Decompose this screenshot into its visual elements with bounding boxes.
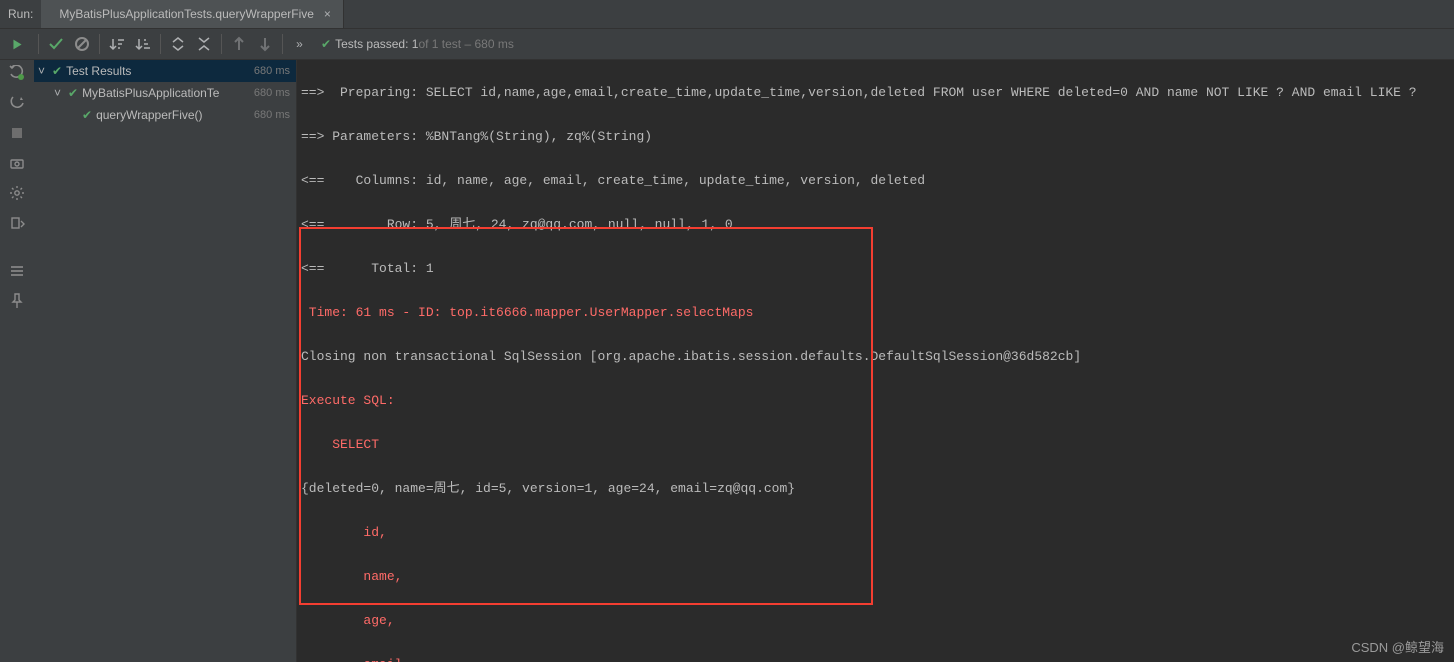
more-button[interactable]: » — [287, 31, 313, 57]
prev-test-button[interactable] — [226, 31, 252, 57]
left-gutter — [0, 60, 34, 662]
tree-node-time: 680 ms — [254, 109, 290, 121]
tree-root-time: 680 ms — [254, 65, 290, 77]
tree-node-class[interactable]: ˅ ✔ MyBatisPlusApplicationTe 680 ms — [34, 82, 296, 104]
tests-passed-total: of 1 test – 680 ms — [418, 37, 513, 51]
console-line: Closing non transactional SqlSession [or… — [301, 349, 1081, 364]
console-line: Time: 61 ms - ID: top.it6666.mapper.User… — [301, 305, 753, 320]
check-icon: ✔ — [68, 86, 78, 100]
rerun-button[interactable] — [0, 29, 34, 59]
sort-button[interactable] — [104, 31, 130, 57]
tree-node-method[interactable]: ✔ queryWrapperFive() 680 ms — [34, 104, 296, 126]
chevron-down-icon: ˅ — [38, 64, 50, 78]
run-toolbar: » ✔ Tests passed: 1 of 1 test – 680 ms — [0, 29, 1454, 60]
console-output[interactable]: ==> Preparing: SELECT id,name,age,email,… — [297, 60, 1454, 662]
test-tree[interactable]: ˅ ✔ Test Results 680 ms ˅ ✔ MyBatisPlusA… — [34, 60, 297, 662]
rerun-failed-icon[interactable] — [8, 64, 26, 82]
console-line: {deleted=0, name=周七, id=5, version=1, ag… — [301, 481, 795, 496]
settings-icon[interactable] — [8, 184, 26, 202]
tests-passed-count: Tests passed: 1 — [335, 37, 418, 51]
stop-icon[interactable] — [8, 124, 26, 142]
check-icon: ✔ — [321, 37, 331, 51]
console-line: Execute SQL: — [301, 393, 395, 408]
separator — [160, 34, 161, 54]
tree-node-time: 680 ms — [254, 87, 290, 99]
tree-root-label: Test Results — [66, 64, 131, 78]
show-passed-button[interactable] — [43, 31, 69, 57]
separator — [221, 34, 222, 54]
sort-alpha-button[interactable] — [130, 31, 156, 57]
tests-passed-label: ✔ Tests passed: 1 of 1 test – 680 ms — [321, 37, 514, 51]
next-test-button[interactable] — [252, 31, 278, 57]
console-line: <== Row: 5, 周七, 24, zq@qq.com, null, nul… — [301, 217, 733, 232]
console-line: age, — [301, 613, 395, 628]
annotation-box — [299, 227, 873, 605]
history-icon[interactable] — [8, 262, 26, 280]
run-config-tab[interactable]: MyBatisPlusApplicationTests.queryWrapper… — [41, 0, 344, 28]
expand-all-button[interactable] — [165, 31, 191, 57]
check-icon: ✔ — [82, 108, 92, 122]
console-line: id, — [301, 525, 387, 540]
separator — [99, 34, 100, 54]
close-icon[interactable]: × — [324, 7, 331, 21]
console-line: <== Columns: id, name, age, email, creat… — [301, 173, 925, 188]
run-label: Run: — [0, 7, 41, 21]
separator — [282, 34, 283, 54]
console-line: email, — [301, 657, 410, 662]
console-line: SELECT — [301, 437, 379, 452]
tree-node-label: MyBatisPlusApplicationTe — [82, 86, 219, 100]
toggle-auto-icon[interactable] — [8, 94, 26, 112]
tab-bar: Run: MyBatisPlusApplicationTests.queryWr… — [0, 0, 1454, 29]
run-config-title: MyBatisPlusApplicationTests.queryWrapper… — [59, 7, 314, 21]
show-ignored-button[interactable] — [69, 31, 95, 57]
console-line: name, — [301, 569, 402, 584]
dump-icon[interactable] — [8, 154, 26, 172]
chevron-down-icon: ˅ — [54, 86, 66, 100]
collapse-all-button[interactable] — [191, 31, 217, 57]
console-line: <== Total: 1 — [301, 261, 434, 276]
check-icon: ✔ — [52, 64, 62, 78]
console-line: ==> Parameters: %BNTang%(String), zq%(St… — [301, 129, 652, 144]
console-line: ==> Preparing: SELECT id,name,age,email,… — [301, 85, 1417, 100]
separator — [38, 34, 39, 54]
watermark: CSDN @鲸望海 — [1351, 637, 1444, 656]
tree-root[interactable]: ˅ ✔ Test Results 680 ms — [34, 60, 296, 82]
tree-node-label: queryWrapperFive() — [96, 108, 202, 122]
export-icon[interactable] — [8, 214, 26, 232]
pin-icon[interactable] — [8, 292, 26, 310]
